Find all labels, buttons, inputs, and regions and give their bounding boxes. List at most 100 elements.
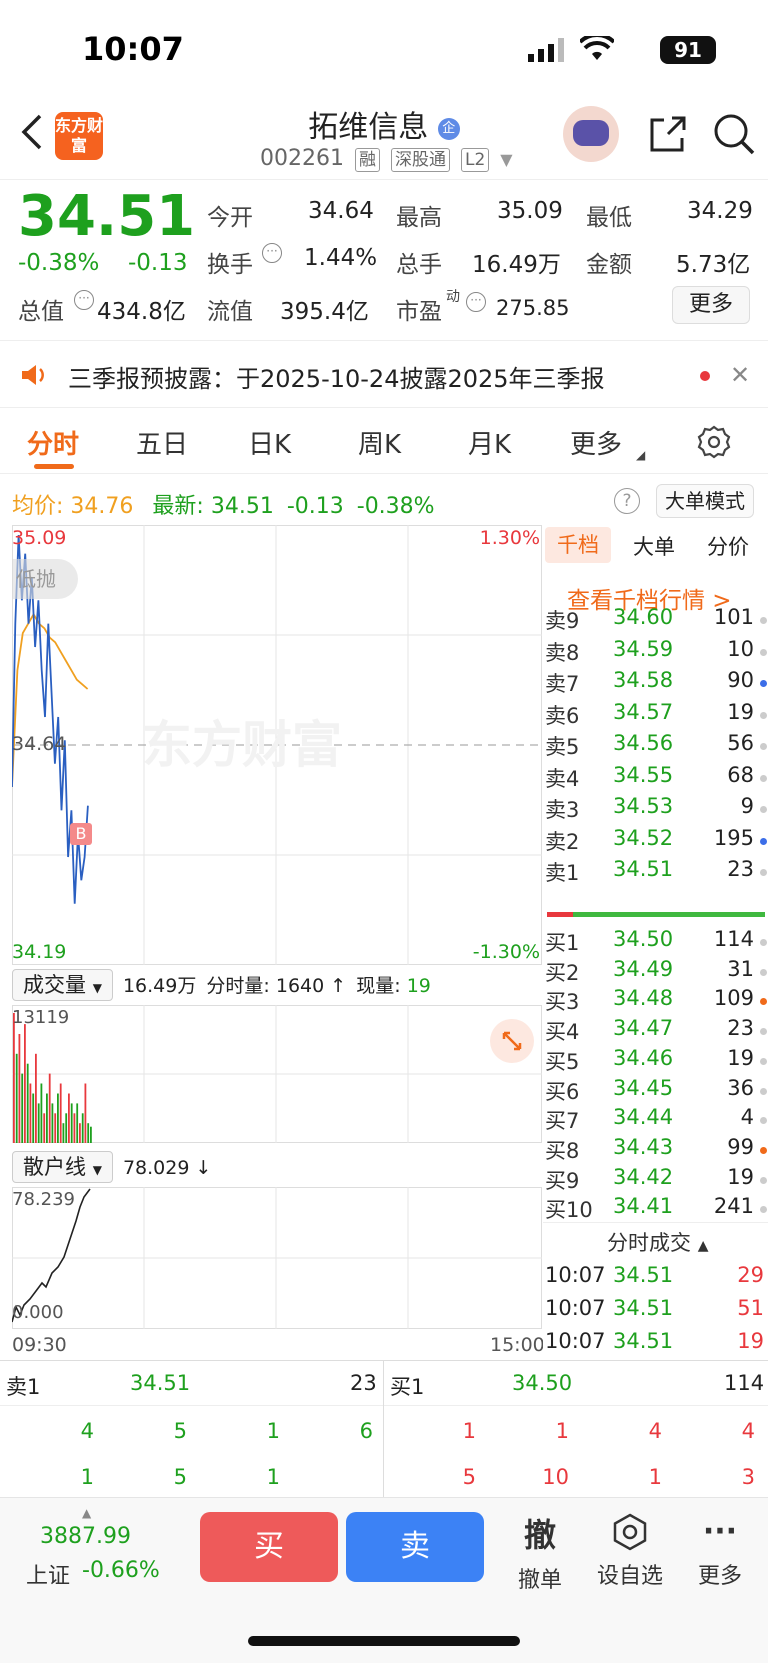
- label-float-cap: 流值: [207, 299, 253, 325]
- bid-price: 34.46: [613, 1045, 674, 1070]
- ask-row[interactable]: 卖4 34.55 68: [543, 763, 768, 793]
- volume-bar: [32, 1093, 35, 1143]
- sell-queue-cell: 6: [359, 1419, 373, 1443]
- bid-row[interactable]: 买9 34.42 19: [543, 1165, 768, 1195]
- ask-volume: 23: [727, 857, 754, 881]
- more-menu-button[interactable]: ··· 更多: [690, 1512, 750, 1590]
- bid-row[interactable]: 买10 34.41 241: [543, 1194, 768, 1224]
- share-icon[interactable]: [646, 114, 688, 160]
- bid-row[interactable]: 买8 34.43 99: [543, 1135, 768, 1165]
- trade-price: 34.51: [613, 1329, 674, 1353]
- ask-row[interactable]: 卖8 34.59 10: [543, 637, 768, 667]
- bid-row[interactable]: 买4 34.47 23: [543, 1016, 768, 1046]
- volume-indicator-dropdown[interactable]: 成交量 ▼: [12, 969, 113, 1001]
- y-high-label: 35.09: [12, 527, 67, 549]
- ask-label: 卖4: [545, 766, 580, 791]
- bid-price: 34.41: [613, 1194, 674, 1219]
- bid-row[interactable]: 买7 34.44 4: [543, 1105, 768, 1135]
- trade-row: 10:07 34.51 29: [543, 1263, 768, 1293]
- expand-icon[interactable]: [490, 1019, 534, 1063]
- more-label: 更多: [697, 1564, 742, 1589]
- buy-button[interactable]: 买: [200, 1512, 338, 1582]
- down-arrow-icon: ↓: [195, 1157, 212, 1179]
- buy-marker[interactable]: B: [70, 823, 92, 845]
- ask-row[interactable]: 卖7 34.58 90: [543, 668, 768, 698]
- ask-row[interactable]: 卖1 34.51 23: [543, 857, 768, 887]
- volume-bar: [62, 1123, 65, 1143]
- help-icon[interactable]: ?: [614, 488, 640, 514]
- ask-row[interactable]: 卖6 34.57 19: [543, 700, 768, 730]
- volume-max-label: 13119: [12, 1007, 70, 1028]
- ask-row[interactable]: 卖2 34.52 195: [543, 826, 768, 856]
- tab-daily-k[interactable]: 日K: [248, 424, 291, 461]
- tab-monthly-k[interactable]: 月K: [468, 424, 511, 461]
- trades-title-label: 分时成交: [607, 1231, 691, 1255]
- trades-title[interactable]: 分时成交 ▲: [607, 1227, 708, 1257]
- bid-volume: 4: [740, 1105, 754, 1130]
- info-icon[interactable]: ···: [74, 290, 94, 310]
- info-icon[interactable]: ···: [262, 243, 282, 263]
- bid-row[interactable]: 买3 34.48 109: [543, 986, 768, 1016]
- tab-large-orders[interactable]: 大单: [633, 531, 675, 561]
- more-quote-button[interactable]: 更多: [672, 286, 750, 324]
- volume-bar: [40, 1083, 43, 1143]
- intraday-chart[interactable]: 东方财富 35.09 1.30% 34.64 34.19 -1.30% 低抛 B: [12, 525, 542, 965]
- level1-sell-vol: 23: [350, 1371, 377, 1395]
- ask-price: 34.51: [613, 857, 674, 881]
- stock-code-line[interactable]: 002261 融 深股通 L2 ▼: [260, 146, 513, 172]
- retail-line-dropdown[interactable]: 散户线 ▼: [12, 1151, 113, 1183]
- volume-chart[interactable]: 13119: [12, 1005, 542, 1143]
- bid-label: 买1: [545, 931, 580, 955]
- ask-row[interactable]: 卖5 34.56 56: [543, 731, 768, 761]
- label-total-cap: 总值: [18, 299, 64, 325]
- bid-label: 买5: [545, 1049, 580, 1074]
- bid-row[interactable]: 买5 34.46 19: [543, 1046, 768, 1076]
- close-icon[interactable]: ✕: [730, 361, 750, 389]
- ask-label: 卖2: [545, 829, 580, 854]
- bid-row[interactable]: 买6 34.45 36: [543, 1076, 768, 1106]
- label-open: 今开: [207, 205, 253, 231]
- ask-row[interactable]: 卖9 34.60 101: [543, 605, 768, 635]
- add-watchlist-button[interactable]: 设自选: [590, 1512, 670, 1590]
- volume-bar: [65, 1113, 68, 1143]
- ask-volume: 195: [713, 825, 754, 850]
- search-icon[interactable]: [712, 112, 756, 160]
- sell-low-bubble[interactable]: 低抛: [12, 559, 78, 599]
- retail-dropdown-label: 散户线: [23, 1155, 86, 1179]
- bid-row[interactable]: 买2 34.49 31: [543, 957, 768, 987]
- buy-queue-cell: 5: [462, 1465, 476, 1489]
- cancel-icon: 撤: [523, 1516, 556, 1554]
- volume-bar: [70, 1103, 73, 1143]
- bid-label: 买9: [545, 1168, 580, 1193]
- ai-assistant-avatar[interactable]: [563, 106, 619, 162]
- volume-bar: [37, 1103, 40, 1143]
- tab-price-distribution[interactable]: 分价: [707, 531, 749, 561]
- notice-bar[interactable]: 三季报预披露：于2025-10-24披露2025年三季报 ✕: [0, 340, 768, 408]
- ask-volume: 101: [713, 605, 754, 629]
- change-amount: -0.13: [128, 250, 188, 276]
- ask-label: 卖6: [545, 703, 580, 728]
- volume-bar: [29, 1083, 32, 1143]
- volume-bar: [51, 1103, 54, 1143]
- y-high-pct-label: 1.30%: [479, 527, 540, 549]
- sell-button[interactable]: 卖: [346, 1512, 484, 1582]
- tab-five-day[interactable]: 五日: [136, 424, 188, 461]
- bid-row[interactable]: 买1 34.50 114: [543, 927, 768, 957]
- tab-full-depth[interactable]: 千档: [545, 527, 611, 563]
- tab-intraday[interactable]: 分时: [27, 424, 79, 461]
- gear-icon[interactable]: [696, 424, 732, 464]
- tab-weekly-k[interactable]: 周K: [358, 424, 401, 461]
- large-order-mode-button[interactable]: 大单模式: [656, 484, 754, 518]
- info-icon[interactable]: ···: [466, 292, 486, 312]
- sell-queue-cell: 4: [80, 1419, 94, 1443]
- tab-more[interactable]: 更多: [570, 424, 622, 461]
- time-end-label: 15:00: [490, 1334, 545, 1356]
- index-ticker[interactable]: ▲ 3887.99 上证 -0.66%: [26, 1506, 186, 1596]
- ask-row[interactable]: 卖3 34.53 9: [543, 794, 768, 824]
- ask-dot: [760, 680, 767, 687]
- volume-bar: [26, 1063, 29, 1143]
- level1-buy-vol: 114: [724, 1371, 765, 1395]
- retail-line-chart[interactable]: 78.239 0.000: [12, 1187, 542, 1329]
- now-volume-value: 19: [406, 975, 431, 997]
- cancel-order-button[interactable]: 撤 撤单: [505, 1510, 575, 1594]
